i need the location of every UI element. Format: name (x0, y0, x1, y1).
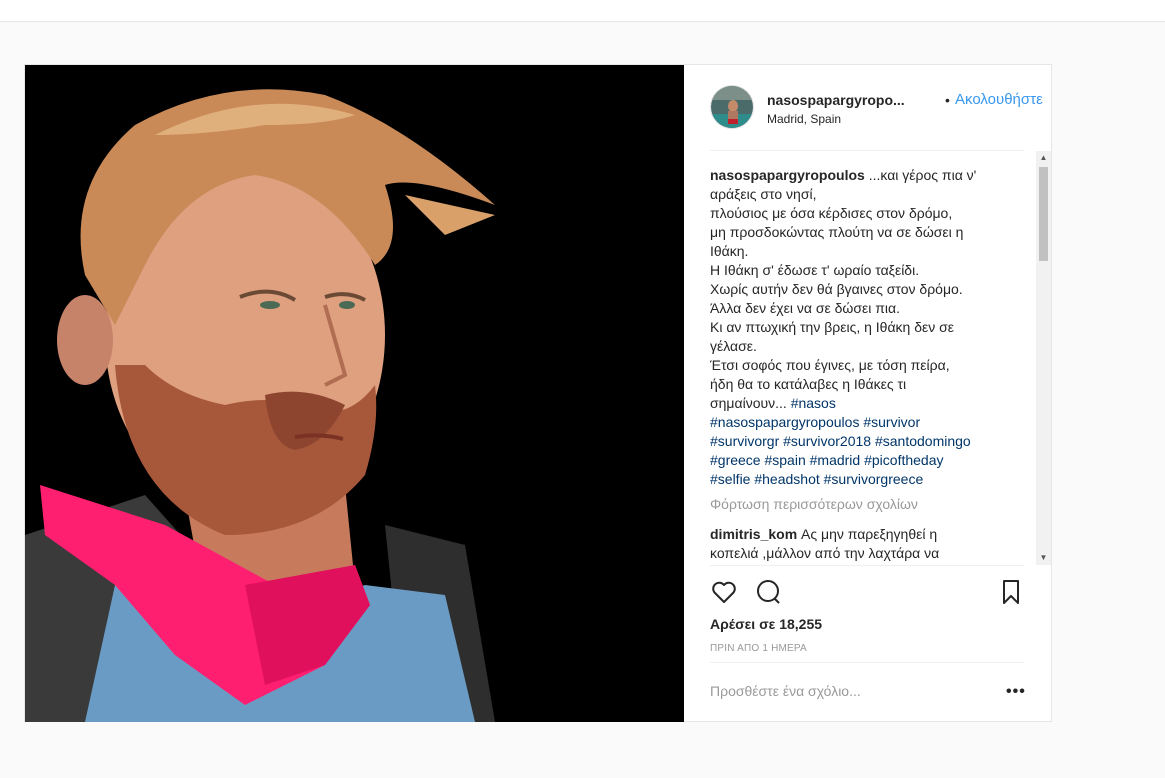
comment-button[interactable] (754, 578, 782, 606)
comments-list[interactable]: nasospapargyropoulos ...και γέρος πια ν'… (710, 150, 1035, 564)
more-options-button[interactable]: ••• (1006, 683, 1026, 701)
comment-item: dimitris_kom Ας μην παρεξηγηθεί η κοπελι… (710, 525, 1010, 563)
likes-count[interactable]: Αρέσει σε 18,255 (710, 616, 822, 632)
caption-line: Κι αν πτωχική την βρεις, η Ιθάκη δεν σε (710, 319, 955, 335)
comment-text: κοπελιά ,μάλλον από την λαχτάρα να (710, 545, 940, 561)
caption-line: Άλλα δεν έχει να σε δώσει πια. (710, 300, 900, 316)
post-timestamp[interactable]: ΠΡΙΝ ΑΠΟ 1 ΗΜΕΡΑ (710, 643, 807, 654)
caption-line: μη προσδοκώντας πλούτη να σε δώσει η (710, 224, 964, 240)
comments-scrollbar[interactable]: ▲ ▼ (1036, 151, 1051, 565)
caption-line: πλούσιος με όσα κέρδισες στον δρόμο, (710, 205, 953, 221)
post-location[interactable]: Madrid, Spain (767, 112, 841, 126)
separator-dot: • (945, 92, 950, 108)
avatar-image (711, 86, 753, 128)
bookmark-icon (1003, 580, 1019, 604)
caption-line: Χωρίς αυτήν δεν θά βγαινες στον δρόμο. (710, 281, 963, 297)
comment-username[interactable]: dimitris_kom (710, 526, 797, 542)
follow-button[interactable]: Ακολουθήστε (955, 91, 1043, 108)
load-more-comments[interactable]: Φόρτωση περισσότερων σχολίων (710, 496, 918, 512)
top-navigation-bar (0, 0, 1165, 22)
scroll-up-arrow[interactable]: ▲ (1036, 151, 1051, 165)
comment-icon (757, 580, 780, 604)
caption-line: ...και γέρος πια ν' (864, 167, 977, 183)
hashtag-link[interactable]: #nasos (791, 395, 836, 411)
comment-text: Ας μην παρεξηγηθεί η (797, 526, 938, 542)
caption-line: αράξεις στο νησί, (710, 186, 817, 202)
post-photo[interactable] (25, 65, 684, 722)
caption-line: Έτσι σοφός που έγινες, με τόση πείρα, (710, 357, 950, 373)
hashtag-link[interactable]: #selfie #headshot #survivorgreece (710, 471, 923, 487)
like-button[interactable] (710, 578, 738, 606)
post-sidebar: nasospapargyropo... • Ακολουθήστε Madrid… (684, 65, 1052, 721)
post-username[interactable]: nasospapargyropo... (767, 92, 905, 108)
scroll-down-arrow[interactable]: ▼ (1036, 551, 1051, 565)
hashtag-link[interactable]: #survivorgr #survivor2018 #santodomingo (710, 433, 971, 449)
caption-line: γέλασε. (710, 338, 757, 354)
hashtag-link[interactable]: #nasospapargyropoulos #survivor (710, 414, 920, 430)
hashtag-link[interactable]: #greece #spain #madrid #picoftheday (710, 452, 944, 468)
add-comment-section: Προσθέστε ένα σχόλιο... ••• (710, 662, 1026, 723)
caption-line: ήδη θα το κατάλαβες η Ιθάκες τι (710, 376, 907, 392)
avatar[interactable] (710, 85, 754, 129)
portrait-image (25, 65, 684, 722)
caption: nasospapargyropoulos ...και γέρος πια ν'… (710, 166, 1010, 489)
caption-line: σημαίνουν... (710, 395, 791, 411)
save-button[interactable] (998, 578, 1026, 606)
add-comment-input[interactable]: Προσθέστε ένα σχόλιο... (710, 683, 861, 699)
post-card: nasospapargyropo... • Ακολουθήστε Madrid… (24, 64, 1052, 722)
scrollbar-thumb[interactable] (1039, 167, 1048, 261)
heart-icon (712, 581, 736, 603)
caption-line: Ιθάκη. (710, 243, 749, 259)
post-header: nasospapargyropo... • Ακολουθήστε Madrid… (710, 65, 1043, 151)
post-actions: Αρέσει σε 18,255 ΠΡΙΝ ΑΠΟ 1 ΗΜΕΡΑ Προσθέ… (710, 565, 1026, 724)
caption-username[interactable]: nasospapargyropoulos (710, 167, 865, 183)
caption-line: Η Ιθάκη σ' έδωσε τ' ωραίο ταξείδι. (710, 262, 920, 278)
